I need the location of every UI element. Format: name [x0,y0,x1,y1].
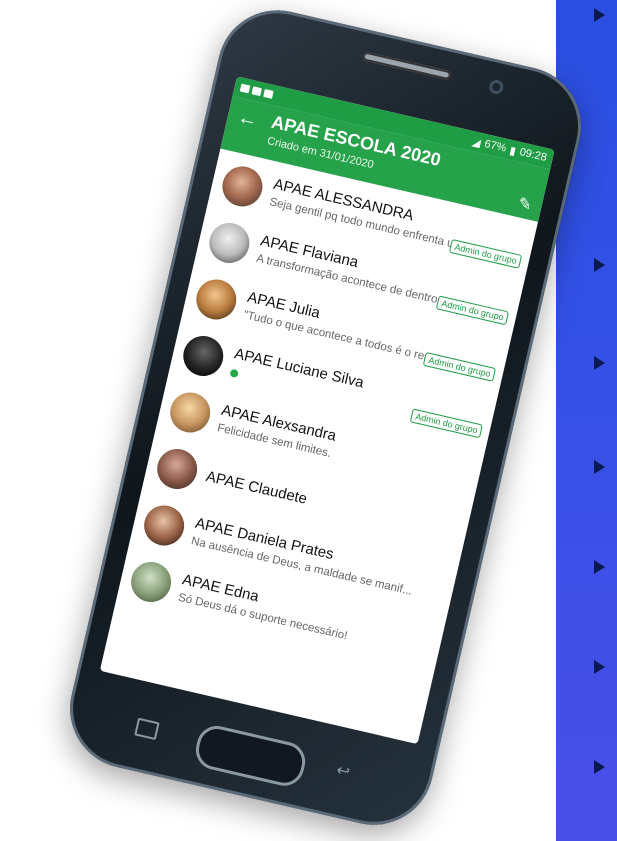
online-status-icon [229,368,239,379]
admin-badge: Admin do grupo [423,352,497,382]
clock: 09:28 [518,146,548,164]
avatar [140,501,189,550]
arrow-left-icon[interactable]: ← [235,106,260,133]
notification-icon [239,83,251,94]
front-camera-icon [487,78,505,96]
phone-screen: ◢ 67% ▮ 09:28 ← APAE ESCOLA 2020 Criado … [99,76,555,745]
avatar [205,218,254,267]
member-list: APAE ALESSANDRA Seja gentil pq todo mund… [115,149,538,678]
signal-icon: ◢ [470,135,482,150]
admin-badge: Admin do grupo [449,239,523,269]
pencil-icon[interactable]: ✎ [516,193,534,216]
speaker-grille [361,51,452,81]
home-button[interactable] [192,722,310,790]
phone-mockup: ◢ 67% ▮ 09:28 ← APAE ESCOLA 2020 Criado … [0,0,617,841]
recent-apps-icon[interactable] [134,717,160,741]
phone-body: ◢ 67% ▮ 09:28 ← APAE ESCOLA 2020 Criado … [58,0,593,837]
avatar [153,445,202,493]
member-name: APAE Claudete [204,467,309,508]
battery-percentage: 67% [483,137,508,155]
slide-stage: ◢ 67% ▮ 09:28 ← APAE ESCOLA 2020 Criado … [0,0,617,841]
battery-icon: ▮ [508,144,518,158]
youtube-icon [251,86,262,97]
avatar [192,275,241,324]
avatar [166,388,215,437]
admin-badge: Admin do grupo [410,408,484,439]
member-status: Só Deus dá o suporte necessário! [176,591,349,643]
avatar [179,331,228,380]
message-icon [263,89,274,99]
avatar [127,558,176,607]
admin-badge: Admin do grupo [436,295,510,326]
back-key-icon[interactable]: ↩ [335,762,360,783]
avatar [218,162,267,211]
